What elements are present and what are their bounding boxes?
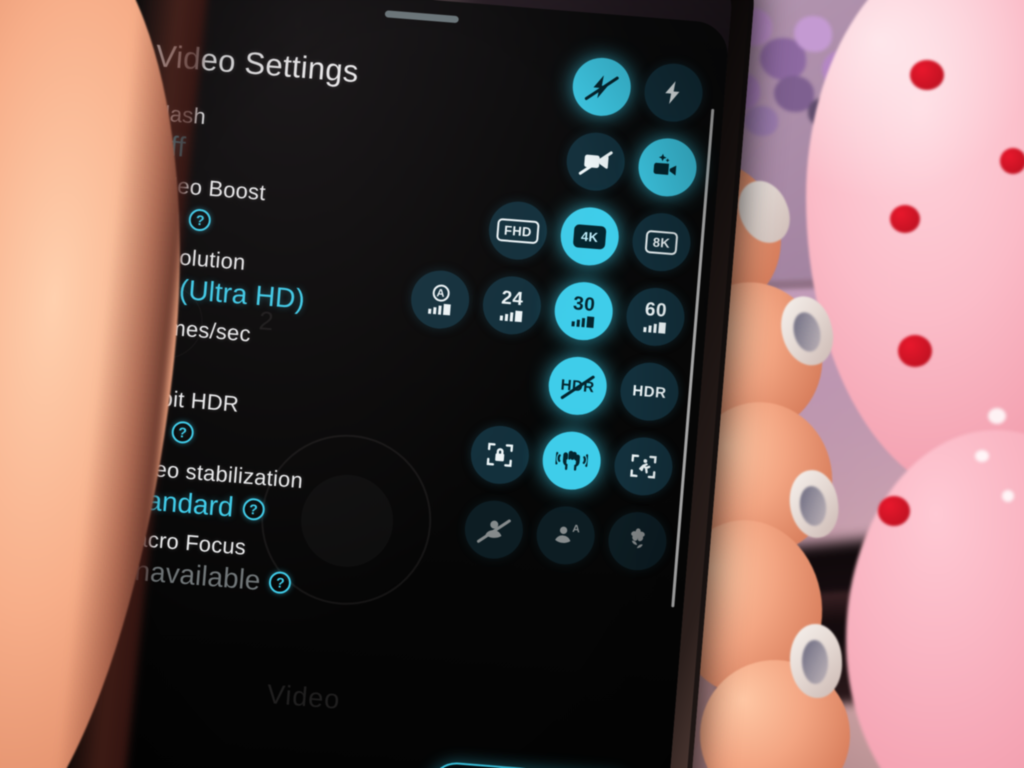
option-row-video-stabilization (421, 420, 675, 498)
photo-scene: ✕ 2 Video Video Settings Flash Off (0, 0, 1024, 768)
ornament-dot (898, 335, 932, 367)
fps-24-icon[interactable]: 24 (480, 274, 544, 337)
svg-text:A: A (572, 524, 581, 536)
resolution-4k-icon[interactable]: 4K (558, 205, 621, 268)
help-icon[interactable]: ? (268, 570, 293, 595)
macro-off-icon[interactable] (462, 498, 526, 561)
help-icon[interactable]: ? (241, 497, 266, 522)
fps-label: 30 (572, 293, 597, 317)
fps-bars-icon (643, 321, 667, 334)
video-boost-off-icon[interactable] (564, 130, 627, 193)
ornament-highlight (1002, 490, 1014, 502)
ghost-mode-label: Video (265, 679, 342, 715)
hdr-label: HDR (631, 381, 668, 402)
ornament-highlight (988, 408, 1006, 424)
ornament-dot (910, 60, 944, 90)
fps-bars-icon (427, 303, 451, 316)
macro-on-icon[interactable] (606, 509, 669, 573)
resolution-8k-icon[interactable]: 8K (630, 210, 693, 274)
option-row-video-boost (445, 121, 699, 199)
setting-macro-focus[interactable]: Macro Focus Unavailable ? (113, 524, 447, 611)
option-row-macro-focus: A (415, 495, 669, 573)
option-row-flash (451, 46, 705, 124)
fps-auto-label: A (431, 283, 450, 303)
more-settings-button[interactable]: More settings (425, 760, 642, 768)
help-icon[interactable]: ? (188, 208, 212, 232)
hdr-on-icon[interactable]: HDR (618, 360, 681, 423)
ornament-dot (1000, 148, 1024, 174)
stabilization-active-icon[interactable] (612, 435, 675, 498)
fps-bars-icon (499, 309, 523, 323)
resolution-chip-label: FHD (496, 217, 540, 244)
page-title: Video Settings (154, 38, 361, 90)
fps-bars-icon (571, 315, 595, 328)
video-boost-on-icon[interactable] (636, 136, 699, 199)
stabilization-locked-icon[interactable] (468, 423, 532, 487)
video-option-grid: FHD 4K 8K A 24 30 60 HDR A (408, 46, 705, 589)
resolution-fhd-icon[interactable]: FHD (486, 199, 550, 262)
hdr-off-icon[interactable]: HDR (546, 354, 609, 418)
macro-auto-icon[interactable]: A (534, 504, 597, 567)
option-row-hdr: HDR HDR (427, 345, 681, 423)
fps-label: 24 (500, 287, 525, 311)
option-row-resolution: FHD 4K 8K (439, 196, 693, 274)
fps-label: 60 (644, 299, 668, 322)
ornament-highlight (975, 450, 989, 462)
resolution-chip-label: 8K (645, 229, 678, 255)
ornament-dot (890, 205, 920, 233)
help-icon[interactable]: ? (170, 420, 195, 445)
fps-60-icon[interactable]: 60 (624, 285, 687, 349)
stabilization-standard-icon[interactable] (540, 429, 603, 492)
resolution-chip-label: 4K (573, 223, 607, 250)
option-row-frames-per-second: A 24 30 60 (408, 268, 687, 349)
ornament-dot (878, 496, 910, 526)
flash-on-icon[interactable] (642, 61, 705, 124)
flash-off-icon[interactable] (570, 55, 633, 119)
fps-30-icon[interactable]: 30 (552, 279, 615, 343)
sheet-drag-handle[interactable] (384, 10, 459, 24)
